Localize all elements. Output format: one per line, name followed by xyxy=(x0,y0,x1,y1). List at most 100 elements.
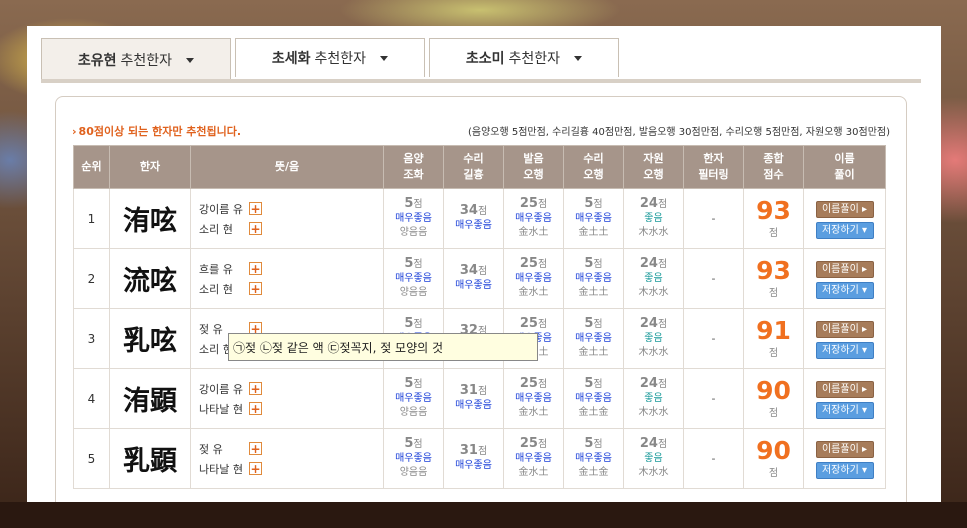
plus-icon[interactable]: + xyxy=(249,222,262,235)
point-unit: 점 xyxy=(768,348,779,359)
plus-icon[interactable]: + xyxy=(249,382,262,395)
meaning-text: 소리 현 xyxy=(199,282,233,296)
element-text: 양음음 xyxy=(399,227,428,238)
score-value: 31 xyxy=(459,383,478,398)
score-cell-yy: 5점 매우좋음 양음음 xyxy=(383,428,444,489)
rank-cell: 1 xyxy=(73,188,110,249)
meaning-cell: 흐를 유 + 소리 현 + xyxy=(190,248,384,309)
plus-icon[interactable]: + xyxy=(249,402,262,415)
save-dropdown-button[interactable]: 저장하기 ▾ xyxy=(815,341,874,359)
rank-cell: 3 xyxy=(73,308,110,369)
score-cell-jw: 24점 좋음 木水水 xyxy=(623,248,684,309)
plus-icon[interactable]: + xyxy=(249,282,262,295)
interpret-button[interactable]: 이름풀이 ▸ xyxy=(815,320,874,338)
point-unit: 점 xyxy=(657,379,668,390)
element-text: 金土土 xyxy=(578,287,609,298)
element-text: 木水水 xyxy=(638,347,669,358)
score-cell-br: 25점 매우좋음 金水土 xyxy=(503,188,564,249)
grade-text: 매우좋음 xyxy=(515,393,552,404)
save-dropdown-button[interactable]: 저장하기 ▾ xyxy=(815,221,874,239)
grade-text: 매우좋음 xyxy=(395,453,432,464)
plus-icon[interactable]: + xyxy=(249,202,262,215)
plus-icon[interactable]: + xyxy=(249,262,262,275)
grade-text: 매우좋음 xyxy=(395,273,432,284)
score-cell-sl: 31점 매우좋음 xyxy=(443,368,504,429)
tab-chosomi[interactable]: 초소미 추천한자 xyxy=(429,38,619,77)
meaning-line: 소리 현 + xyxy=(199,279,383,299)
interpret-button[interactable]: 이름풀이 ▸ xyxy=(815,260,874,278)
tab-choyuhyeon[interactable]: 초유현 추천한자 xyxy=(41,38,231,81)
tab-name: 초유현 xyxy=(77,53,117,69)
action-cell: 이름풀이 ▸ 저장하기 ▾ xyxy=(803,428,886,489)
scoring-criteria: (음양오행 5점만점, 수리길흉 40점만점, 발음오행 30점만점, 수리오행… xyxy=(467,127,890,138)
meaning-text: 흐를 유 xyxy=(199,262,233,276)
score-value: 34 xyxy=(459,263,478,278)
element-text: 金水土 xyxy=(518,227,549,238)
total-cell: 90 점 xyxy=(743,368,804,429)
save-dropdown-button[interactable]: 저장하기 ▾ xyxy=(815,401,874,419)
score-cell-so: 5점 매우좋음 金土金 xyxy=(563,428,624,489)
interpret-button[interactable]: 이름풀이 ▸ xyxy=(815,380,874,398)
point-unit: 점 xyxy=(593,439,603,450)
total-score: 90 xyxy=(756,436,791,465)
total-score: 90 xyxy=(756,376,791,405)
total-cell: 90 점 xyxy=(743,428,804,489)
meaning-text: 소리 현 xyxy=(199,222,233,236)
column-header: 이름 풀이 xyxy=(803,145,886,189)
point-unit: 점 xyxy=(657,259,668,270)
column-header: 음양 조화 xyxy=(383,145,444,189)
point-unit: 점 xyxy=(477,386,488,397)
meaning-line: 소리 현 + xyxy=(199,219,383,239)
element-text: 木水水 xyxy=(638,227,669,238)
point-unit: 점 xyxy=(413,379,423,390)
point-unit: 점 xyxy=(593,199,603,210)
grade-text: 좋음 xyxy=(644,453,663,464)
column-header: 발음 오행 xyxy=(503,145,564,189)
meaning-line: 강이름 유 + xyxy=(199,199,383,219)
point-unit: 점 xyxy=(768,468,779,479)
score-cell-yy: 5점 매우좋음 양음음 xyxy=(383,188,444,249)
action-cell: 이름풀이 ▸ 저장하기 ▾ xyxy=(803,368,886,429)
plus-icon[interactable]: + xyxy=(249,442,262,455)
caret-down-icon xyxy=(574,55,583,61)
score-cell-jw: 24점 좋음 木水水 xyxy=(623,308,684,369)
column-header: 한자 필터링 xyxy=(683,145,744,189)
tab-suffix: 추천한자 xyxy=(508,51,561,67)
bottom-bar xyxy=(0,502,967,528)
action-cell: 이름풀이 ▸ 저장하기 ▾ xyxy=(803,188,886,249)
score-cell-so: 5점 매우좋음 金土土 xyxy=(563,188,624,249)
element-text: 양음음 xyxy=(399,287,428,298)
tab-chosehwa[interactable]: 초세화 추천한자 xyxy=(235,38,425,77)
point-unit: 점 xyxy=(413,319,423,330)
score-cell-jw: 24점 좋음 木水水 xyxy=(623,368,684,429)
table-header-row: 순위 한자 뜻/음 음양 조화 수리 길흉 발음 오행 수리 오행 자원 오행 한자 필터링 종합… xyxy=(73,145,886,189)
score-value: 25 xyxy=(519,316,538,331)
save-dropdown-button[interactable]: 저장하기 ▾ xyxy=(815,281,874,299)
interpret-button[interactable]: 이름풀이 ▸ xyxy=(815,440,874,458)
element-text: 金水土 xyxy=(518,287,549,298)
caret-down-icon xyxy=(186,57,195,63)
grade-text: 매우좋음 xyxy=(395,213,432,224)
score-cell-jw: 24점 좋음 木水水 xyxy=(623,428,684,489)
rank-cell: 4 xyxy=(73,368,110,429)
total-cell: 93 점 xyxy=(743,248,804,309)
grade-text: 매우좋음 xyxy=(455,400,492,411)
grade-text: 매우좋음 xyxy=(575,273,612,284)
point-unit: 점 xyxy=(593,319,603,330)
column-header: 자원 오행 xyxy=(623,145,684,189)
save-dropdown-button[interactable]: 저장하기 ▾ xyxy=(815,461,874,479)
score-cell-br: 25점 매우좋음 金水土 xyxy=(503,428,564,489)
score-value: 24 xyxy=(639,316,658,331)
score-cell-jw: 24점 좋음 木水水 xyxy=(623,188,684,249)
table-row: 5 乳顕 젖 유 + 나타날 현 + 5점 매우좋음 양음음 31점 매우좋음 25점… xyxy=(73,428,886,489)
grade-text: 매우좋음 xyxy=(455,280,492,291)
element-text: 金水土 xyxy=(518,467,549,478)
grade-text: 매우좋음 xyxy=(455,220,492,231)
grade-text: 좋음 xyxy=(644,273,663,284)
score-cell-br: 25점 매우좋음 金水土 xyxy=(503,248,564,309)
interpret-button[interactable]: 이름풀이 ▸ xyxy=(815,200,874,218)
grade-text: 좋음 xyxy=(644,213,663,224)
hanja-cell: 流呟 xyxy=(109,248,191,309)
hanja-cell: 洧呟 xyxy=(109,188,191,249)
plus-icon[interactable]: + xyxy=(249,462,262,475)
